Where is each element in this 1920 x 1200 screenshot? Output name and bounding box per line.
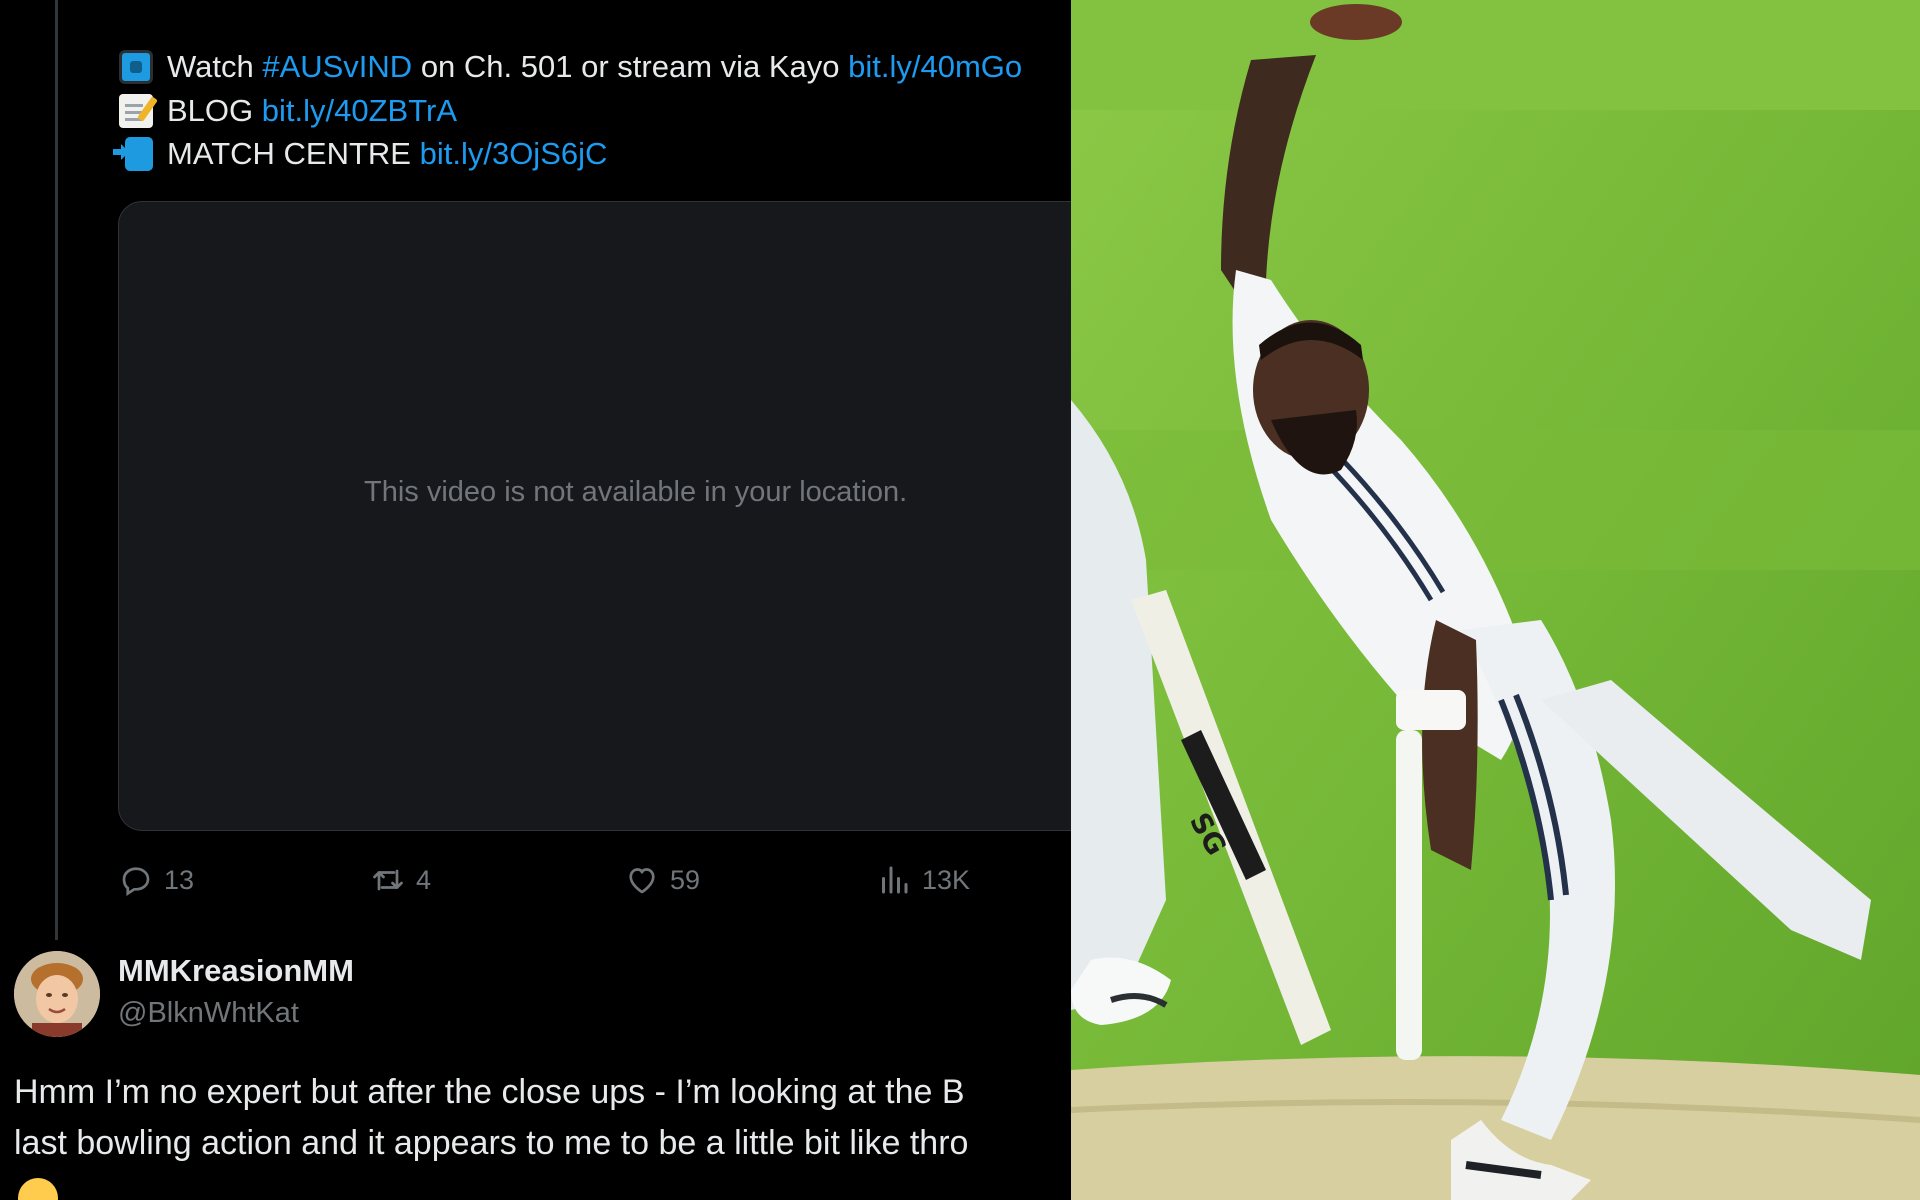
avatar-image xyxy=(14,951,100,1037)
reply-text-line: last bowling action and it appears to me… xyxy=(14,1124,969,1162)
repost-count: 4 xyxy=(416,864,432,895)
video-embed[interactable] xyxy=(118,201,1071,831)
reply-icon xyxy=(122,867,150,896)
tweet-text: MATCH CENTRE xyxy=(167,136,420,171)
avatar[interactable] xyxy=(14,951,100,1037)
tweet-thread-panel: Watch #AUSvIND on Ch. 501 or stream via … xyxy=(0,0,1071,1200)
tweet-text: BLOG xyxy=(167,93,262,128)
heart-icon xyxy=(629,868,655,894)
blog-link[interactable]: bit.ly/40ZBTrA xyxy=(262,89,457,133)
repost-icon xyxy=(373,869,403,891)
like-count: 59 xyxy=(670,864,701,895)
match-centre-link[interactable]: bit.ly/3OjS6jC xyxy=(420,132,608,176)
tweet-line-match-centre: MATCH CENTRE bit.ly/3OjS6jC xyxy=(113,132,608,176)
cricket-bowler-image: SG xyxy=(1071,0,1920,1200)
video-unavailable-message: This video is not available in your loca… xyxy=(364,476,908,508)
hashtag-link[interactable]: #AUSvIND xyxy=(262,45,412,89)
tv-icon xyxy=(119,50,153,84)
reply-button[interactable]: 13 xyxy=(118,860,194,900)
view-count: 13K xyxy=(922,864,971,895)
bowler-photo: SG xyxy=(1071,0,1920,1200)
laughing-face-icon xyxy=(18,1178,58,1200)
tweet-line-blog: BLOG bit.ly/40ZBTrA xyxy=(119,89,457,133)
tweet-text: Watch xyxy=(167,49,263,84)
mobile-arrow-icon xyxy=(113,137,153,171)
reply-count: 13 xyxy=(164,864,195,895)
user-handle[interactable]: @BlknWhtKat xyxy=(118,997,299,1030)
thread-connector-line xyxy=(55,0,58,940)
display-name[interactable]: MMKreasionMM xyxy=(118,953,354,989)
repost-button[interactable]: 4 xyxy=(370,860,431,900)
reply-text-line: Hmm I’m no expert but after the close up… xyxy=(14,1073,965,1111)
views-button[interactable]: 13K xyxy=(876,860,970,900)
tweet-line-watch: Watch #AUSvIND on Ch. 501 or stream via … xyxy=(119,45,1022,89)
memo-icon xyxy=(119,94,153,128)
like-button[interactable]: 59 xyxy=(624,860,700,900)
analytics-icon xyxy=(882,866,908,894)
tweet-text: on Ch. 501 or stream via Kayo xyxy=(412,49,849,84)
kayo-link[interactable]: bit.ly/40mGo xyxy=(848,45,1022,89)
